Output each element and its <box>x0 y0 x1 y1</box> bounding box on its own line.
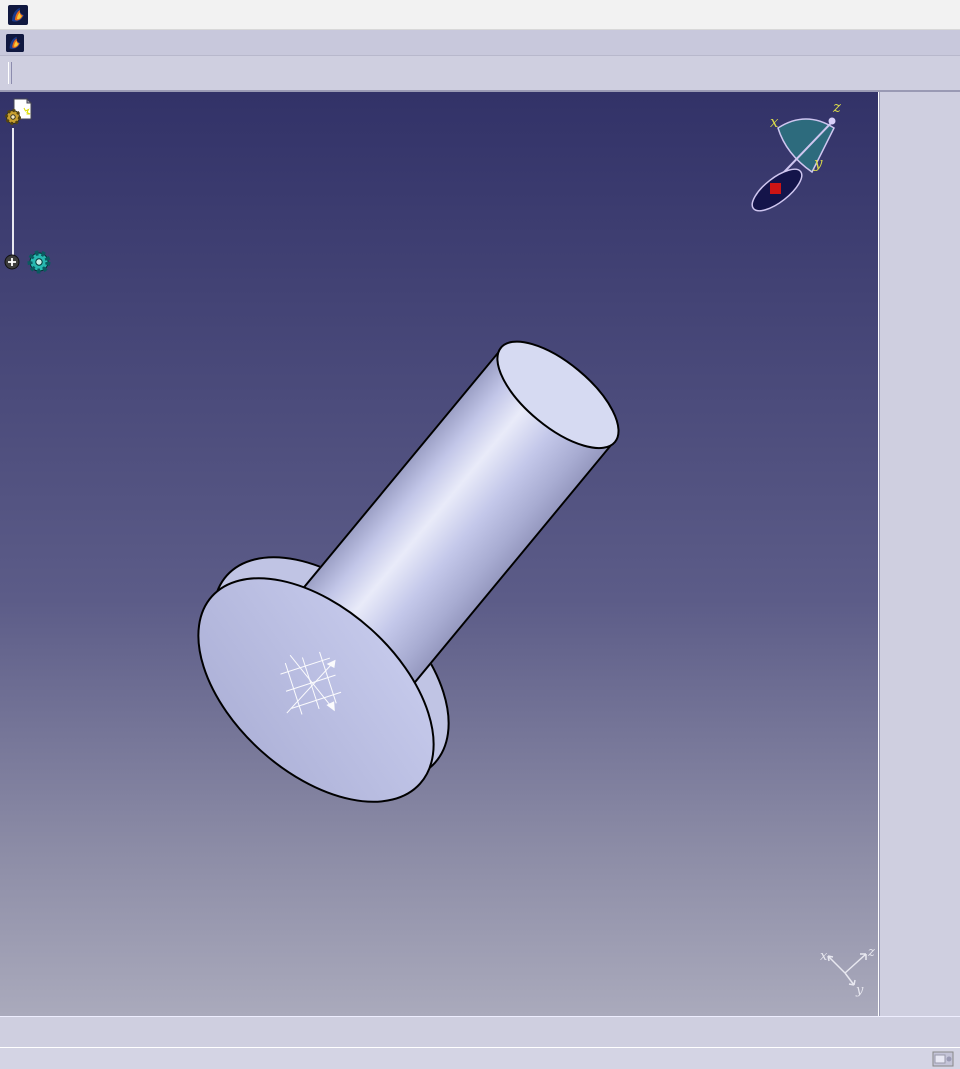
svg-text:z: z <box>867 945 875 960</box>
right-toolbar-column-2 <box>920 92 960 1016</box>
compass-x-label: x <box>770 113 779 131</box>
compass-anchor[interactable] <box>770 183 781 194</box>
status-bar <box>0 1047 960 1069</box>
title-bar <box>0 0 960 30</box>
compass-z-label: z <box>832 98 841 116</box>
svg-text:x: x <box>820 949 828 964</box>
part-body-gear-icon <box>24 247 54 277</box>
tree-node-part-root[interactable] <box>4 96 39 126</box>
part-document-icon <box>4 96 34 126</box>
menu-bar <box>0 30 960 56</box>
tree-trunk-line <box>12 128 14 260</box>
3d-viewport[interactable]: x y z x z y <box>0 92 878 1016</box>
standard-toolbar <box>0 1016 960 1047</box>
power-input-icon[interactable] <box>932 1051 954 1067</box>
right-toolbar <box>878 92 960 1016</box>
compass-z-knob[interactable] <box>828 117 836 125</box>
graphic-properties-toolbar <box>0 56 960 92</box>
tree-node-part-body[interactable] <box>4 247 60 277</box>
document-menu-icon[interactable] <box>6 33 24 52</box>
expand-plus-icon[interactable] <box>4 254 20 270</box>
toolbar-grip[interactable] <box>8 62 12 84</box>
right-toolbar-column-1 <box>879 92 920 1016</box>
catia-window: x y z x z y <box>0 0 960 1069</box>
svg-text:y: y <box>855 983 864 998</box>
specification-tree <box>0 92 300 352</box>
compass-y-label: y <box>813 154 823 172</box>
catia-app-icon <box>8 4 28 25</box>
main-area: x y z x z y <box>0 92 960 1016</box>
